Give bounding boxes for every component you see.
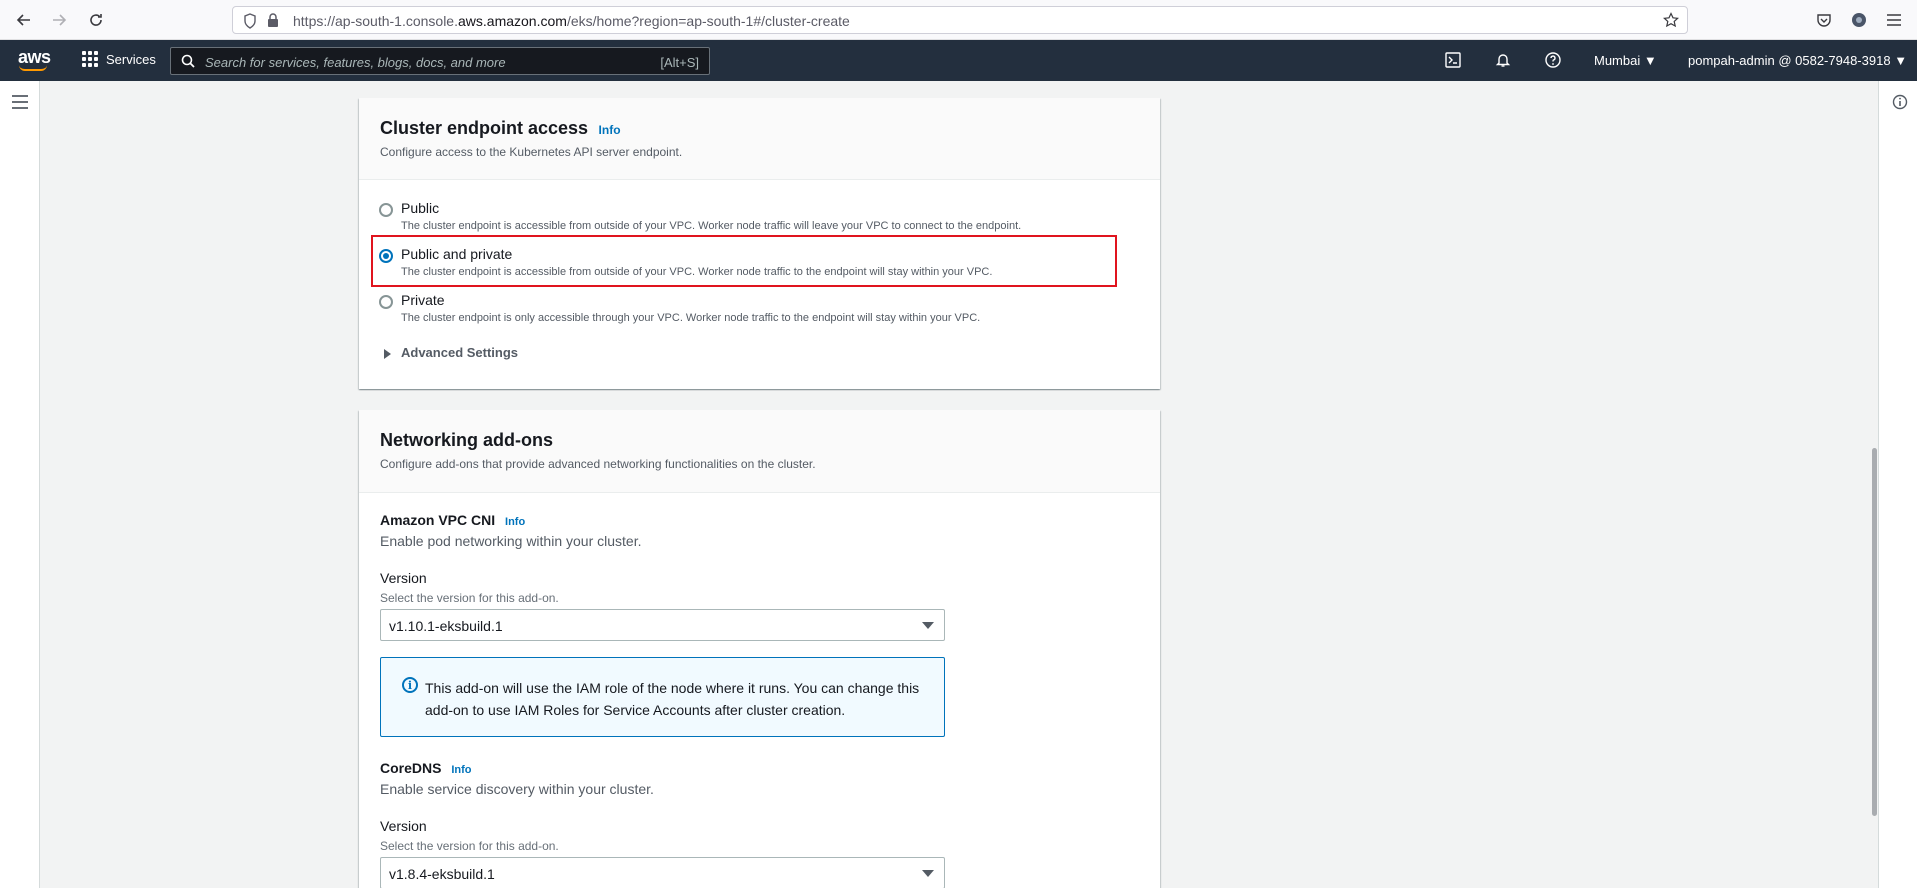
coredns-version-hint: Select the version for this add-on. xyxy=(380,839,559,853)
coredns-version-label: Version xyxy=(380,818,427,834)
caret-down-icon xyxy=(922,622,934,629)
cloudshell-icon[interactable] xyxy=(1443,50,1463,70)
search-icon xyxy=(181,54,195,73)
panel-header: Networking add-ons Configure add-ons tha… xyxy=(359,410,1160,493)
caret-down-icon xyxy=(922,870,934,877)
panel-description: Configure access to the Kubernetes API s… xyxy=(380,145,683,159)
networking-addons-panel: Networking add-ons Configure add-ons tha… xyxy=(359,410,1160,888)
vpc-cni-version-select[interactable]: v1.10.1-eksbuild.1 xyxy=(380,609,945,641)
url-text: https://ap-south-1.console.aws.amazon.co… xyxy=(293,13,850,29)
search-placeholder: Search for services, features, blogs, do… xyxy=(205,55,506,70)
radio-label: Public xyxy=(401,200,440,216)
pocket-icon[interactable] xyxy=(1814,10,1834,30)
menu-icon[interactable] xyxy=(1884,10,1904,30)
caret-down-icon: ▼ xyxy=(1894,53,1908,68)
help-icon[interactable] xyxy=(1543,50,1563,70)
select-value: v1.10.1-eksbuild.1 xyxy=(389,618,503,634)
radio-button[interactable] xyxy=(379,203,393,217)
right-tools-rail xyxy=(1878,81,1917,888)
vpc-cni-version-label: Version xyxy=(380,570,427,586)
caret-right-icon xyxy=(384,348,391,359)
radio-button[interactable] xyxy=(379,295,393,309)
services-menu-button[interactable]: Services xyxy=(82,51,156,67)
back-icon[interactable] xyxy=(12,8,36,32)
browser-toolbar: https://ap-south-1.console.aws.amazon.co… xyxy=(0,0,1917,40)
services-label: Services xyxy=(106,51,156,67)
select-value: v1.8.4-eksbuild.1 xyxy=(389,866,495,882)
scrollbar-thumb[interactable] xyxy=(1872,448,1877,816)
profile-extension-icon[interactable] xyxy=(1849,10,1869,30)
aws-top-nav: aws Services Search for services, featur… xyxy=(0,40,1917,81)
caret-down-icon: ▼ xyxy=(1643,53,1657,68)
notifications-bell-icon[interactable] xyxy=(1493,50,1513,70)
account-menu[interactable]: pompah-admin @ 0582-7948-3918 ▼ xyxy=(1688,53,1907,68)
forward-icon[interactable] xyxy=(47,8,71,32)
iam-role-info-alert: i This add-on will use the IAM role of t… xyxy=(380,657,945,737)
lock-icon[interactable] xyxy=(267,13,279,33)
vpc-cni-description: Enable pod networking within your cluste… xyxy=(380,533,642,549)
radio-description: The cluster endpoint is accessible from … xyxy=(401,220,1022,232)
hamburger-menu-icon[interactable] xyxy=(12,95,28,114)
search-shortcut: [Alt+S] xyxy=(660,55,699,70)
radio-label: Private xyxy=(401,292,445,308)
reload-icon[interactable] xyxy=(84,8,108,32)
info-circle-icon: i xyxy=(402,677,418,693)
bookmark-star-icon[interactable] xyxy=(1663,12,1679,33)
vpc-cni-version-hint: Select the version for this add-on. xyxy=(380,591,559,605)
info-panel-icon[interactable] xyxy=(1892,94,1908,115)
search-input[interactable]: Search for services, features, blogs, do… xyxy=(170,47,710,75)
aws-logo[interactable]: aws xyxy=(18,47,51,71)
grid-icon xyxy=(82,51,98,67)
panel-description: Configure add-ons that provide advanced … xyxy=(380,457,816,471)
radio-description: The cluster endpoint is only accessible … xyxy=(401,312,981,324)
coredns-title: CoreDNS Info xyxy=(380,760,472,776)
advanced-settings-toggle[interactable]: Advanced Settings xyxy=(384,345,518,360)
info-link[interactable]: Info xyxy=(451,764,471,776)
alert-text: This add-on will use the IAM role of the… xyxy=(425,680,920,718)
panel-title: Cluster endpoint access xyxy=(380,118,589,138)
url-bar[interactable]: https://ap-south-1.console.aws.amazon.co… xyxy=(232,6,1688,34)
panel-title: Networking add-ons xyxy=(380,430,554,450)
coredns-description: Enable service discovery within your clu… xyxy=(380,781,654,797)
shield-icon[interactable] xyxy=(243,13,257,34)
info-link[interactable]: Info xyxy=(505,516,525,528)
selection-highlight-box xyxy=(371,235,1117,287)
coredns-version-select[interactable]: v1.8.4-eksbuild.1 xyxy=(380,857,945,888)
panel-header: Cluster endpoint access Info Configure a… xyxy=(359,98,1160,180)
region-selector[interactable]: Mumbai ▼ xyxy=(1594,53,1657,68)
info-link[interactable]: Info xyxy=(599,123,621,137)
vpc-cni-title: Amazon VPC CNI Info xyxy=(380,512,526,528)
left-navigation-rail xyxy=(0,81,40,888)
